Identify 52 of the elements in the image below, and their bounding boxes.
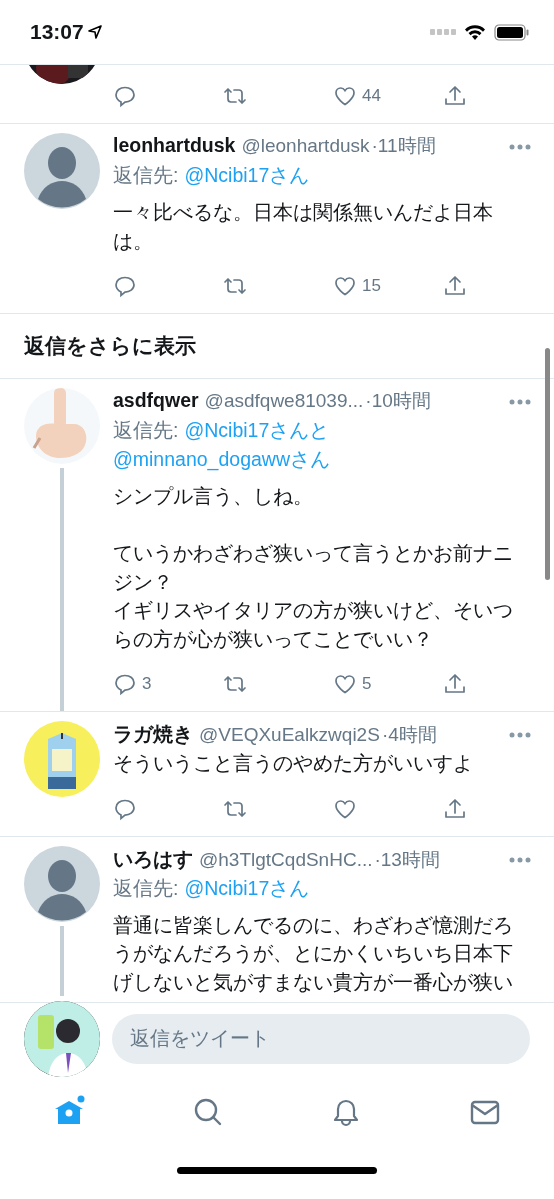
user-handle[interactable]: @VEQXuEalkzwqi2S xyxy=(199,724,380,746)
tweet-text: イギリスやイタリアの方が狭いけど、そいつらの方が心が狭いってことでいい？ xyxy=(113,598,514,652)
user-name[interactable]: ラガ焼き xyxy=(113,721,193,748)
tweet-time: ·13時間 xyxy=(374,847,440,872)
reply-input[interactable]: 返信をツイート xyxy=(112,1013,530,1064)
like-count: 5 xyxy=(362,674,372,694)
mention-link[interactable]: @Ncibi17さんと xyxy=(184,416,330,445)
tweet-time: ·10時間 xyxy=(365,389,431,413)
share-icon[interactable] xyxy=(443,84,467,108)
tweet-text: そういうこと言うのやめた方がいいすよ xyxy=(113,751,474,776)
share-icon[interactable] xyxy=(443,796,467,821)
user-name[interactable]: leonhartdusk xyxy=(113,134,236,157)
reply-icon[interactable] xyxy=(113,84,137,108)
location-icon xyxy=(87,25,102,39)
user-handle[interactable]: @asdfqwe81039... xyxy=(204,390,364,412)
more-icon[interactable] xyxy=(508,731,532,739)
wifi-icon xyxy=(464,23,486,41)
reply-icon[interactable] xyxy=(113,274,137,298)
tweet-time: ·4時間 xyxy=(381,723,437,747)
reply-icon[interactable] xyxy=(113,672,137,696)
reply-to-label: 返信先: xyxy=(113,875,179,901)
tweet-text: 一々比べるな。日本は関係無いんだよ日本は。 xyxy=(113,200,494,254)
reply-to-label: 返信先: xyxy=(113,163,179,188)
like-count: 15 xyxy=(362,276,381,296)
user-name[interactable]: asdfqwer xyxy=(113,389,199,412)
signal-icon xyxy=(430,29,456,35)
avatar-icon[interactable] xyxy=(24,845,100,922)
more-icon[interactable] xyxy=(508,855,532,864)
avatar-icon[interactable] xyxy=(24,133,100,209)
user-handle[interactable]: @h3TlgtCqdSnHC... xyxy=(199,848,373,871)
show-more-replies[interactable]: 返信をさらに表示 xyxy=(24,332,196,360)
heart-icon[interactable] xyxy=(333,672,357,696)
more-icon[interactable] xyxy=(508,398,532,406)
tweet-time: ·11時間 xyxy=(371,134,436,158)
share-icon[interactable] xyxy=(443,672,467,696)
tweet-text: シンプル言う、しね。 xyxy=(113,484,314,509)
status-time: 13:07 xyxy=(30,20,84,44)
mention-link[interactable]: @Ncibi17さん xyxy=(184,873,310,903)
reply-to-label: 返信先: xyxy=(113,418,179,443)
tweet-text: 普通に皆楽しんでるのに、わざわざ憶測だろうがなんだろうが、とにかくいちいち日本下げしないと気がすまない貴方が一番心が狭い xyxy=(113,912,514,995)
mention-link[interactable]: @minnano_dogawwさん xyxy=(113,445,330,474)
more-icon[interactable] xyxy=(508,143,532,151)
heart-icon[interactable] xyxy=(333,274,357,298)
battery-icon xyxy=(494,23,530,41)
heart-icon[interactable] xyxy=(333,84,357,108)
user-handle[interactable]: @leonhartdusk xyxy=(241,135,370,157)
like-count: 44 xyxy=(362,86,381,106)
reply-count: 3 xyxy=(142,674,152,694)
share-icon[interactable] xyxy=(443,274,467,298)
user-name[interactable]: いろはす xyxy=(113,845,193,873)
tweet-text: ていうかわざわざ狭いって言うとかお前ナニジン？ xyxy=(113,541,514,595)
mention-link[interactable]: @Ncibi17さん xyxy=(184,161,310,190)
